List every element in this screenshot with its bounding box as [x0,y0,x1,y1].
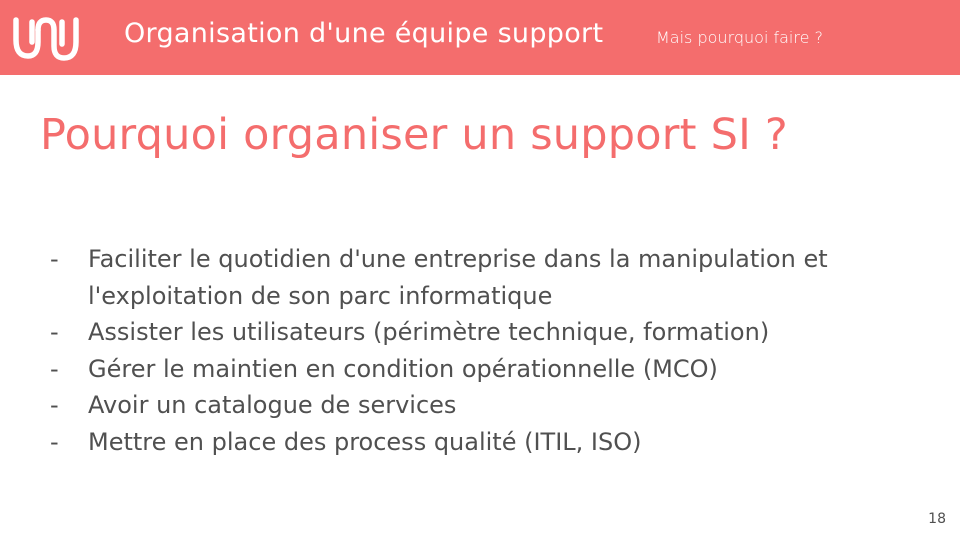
bullet-marker: - [50,354,59,383]
slide-header: Organisation d'une équipe support Mais p… [0,0,960,75]
bullet-marker: - [50,427,59,456]
bullet-marker: - [50,391,59,419]
slide-title: Pourquoi organiser un support SI ? [40,110,788,160]
header-title: Organisation d'une équipe support [124,18,604,49]
page-number: 18 [928,511,946,527]
bullet-list: - Faciliter le quotidien d'une entrepris… [50,241,910,460]
bullet-text: Assister les utilisateurs (périmètre tec… [88,318,770,346]
list-item: - Gérer le maintien en condition opérati… [50,351,910,388]
bullet-marker: - [50,245,59,273]
bullet-marker: - [50,318,59,346]
list-item: - Mettre en place des process qualité (I… [50,424,910,461]
bullet-text: Faciliter le quotidien d'une entreprise … [88,245,828,310]
list-item: - Avoir un catalogue de services [50,387,910,424]
list-item: - Faciliter le quotidien d'une entrepris… [50,241,910,314]
bullet-text: Gérer le maintien en condition opération… [88,354,718,383]
bullet-text: Mettre en place des process qualité (ITI… [88,427,642,456]
header-subtitle: Mais pourquoi faire ? [656,28,824,47]
list-item: - Assister les utilisateurs (périmètre t… [50,314,910,351]
wave-logo-icon [13,17,79,61]
bullet-text: Avoir un catalogue de services [88,391,457,419]
